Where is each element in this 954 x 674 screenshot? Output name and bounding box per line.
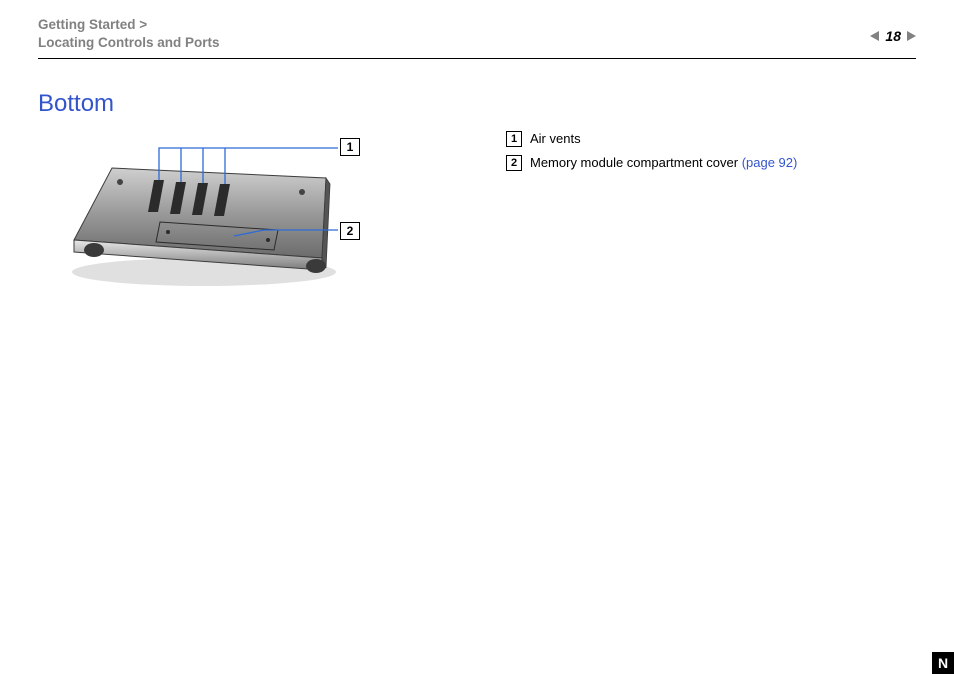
diagram-legend: 1 Air vents 2 Memory module compartment … <box>506 130 797 178</box>
section-title: Bottom <box>38 90 114 118</box>
legend-number: 2 <box>506 155 522 171</box>
legend-text: Air vents <box>530 130 581 148</box>
page-header: Getting Started > Locating Controls and … <box>38 16 916 60</box>
legend-text-body: Memory module compartment cover <box>530 155 742 170</box>
page-nav: 18 <box>870 28 916 44</box>
diagram-callout-2: 2 <box>340 222 360 240</box>
legend-text: Memory module compartment cover (page 92… <box>530 154 797 172</box>
page-number: 18 <box>885 28 901 44</box>
legend-item: 1 Air vents <box>506 130 797 148</box>
legend-item: 2 Memory module compartment cover (page … <box>506 154 797 172</box>
corner-mark-icon: N <box>932 652 954 674</box>
product-bottom-diagram: 1 2 <box>64 130 364 300</box>
breadcrumb: Getting Started > Locating Controls and … <box>38 16 916 52</box>
diagram-callout-1: 1 <box>340 138 360 156</box>
legend-number: 1 <box>506 131 522 147</box>
prev-page-icon[interactable] <box>870 31 879 41</box>
breadcrumb-line-2: Locating Controls and Ports <box>38 34 916 52</box>
header-divider <box>38 58 916 59</box>
page-link[interactable]: (page 92) <box>742 155 798 170</box>
breadcrumb-line-1: Getting Started > <box>38 16 916 34</box>
next-page-icon[interactable] <box>907 31 916 41</box>
